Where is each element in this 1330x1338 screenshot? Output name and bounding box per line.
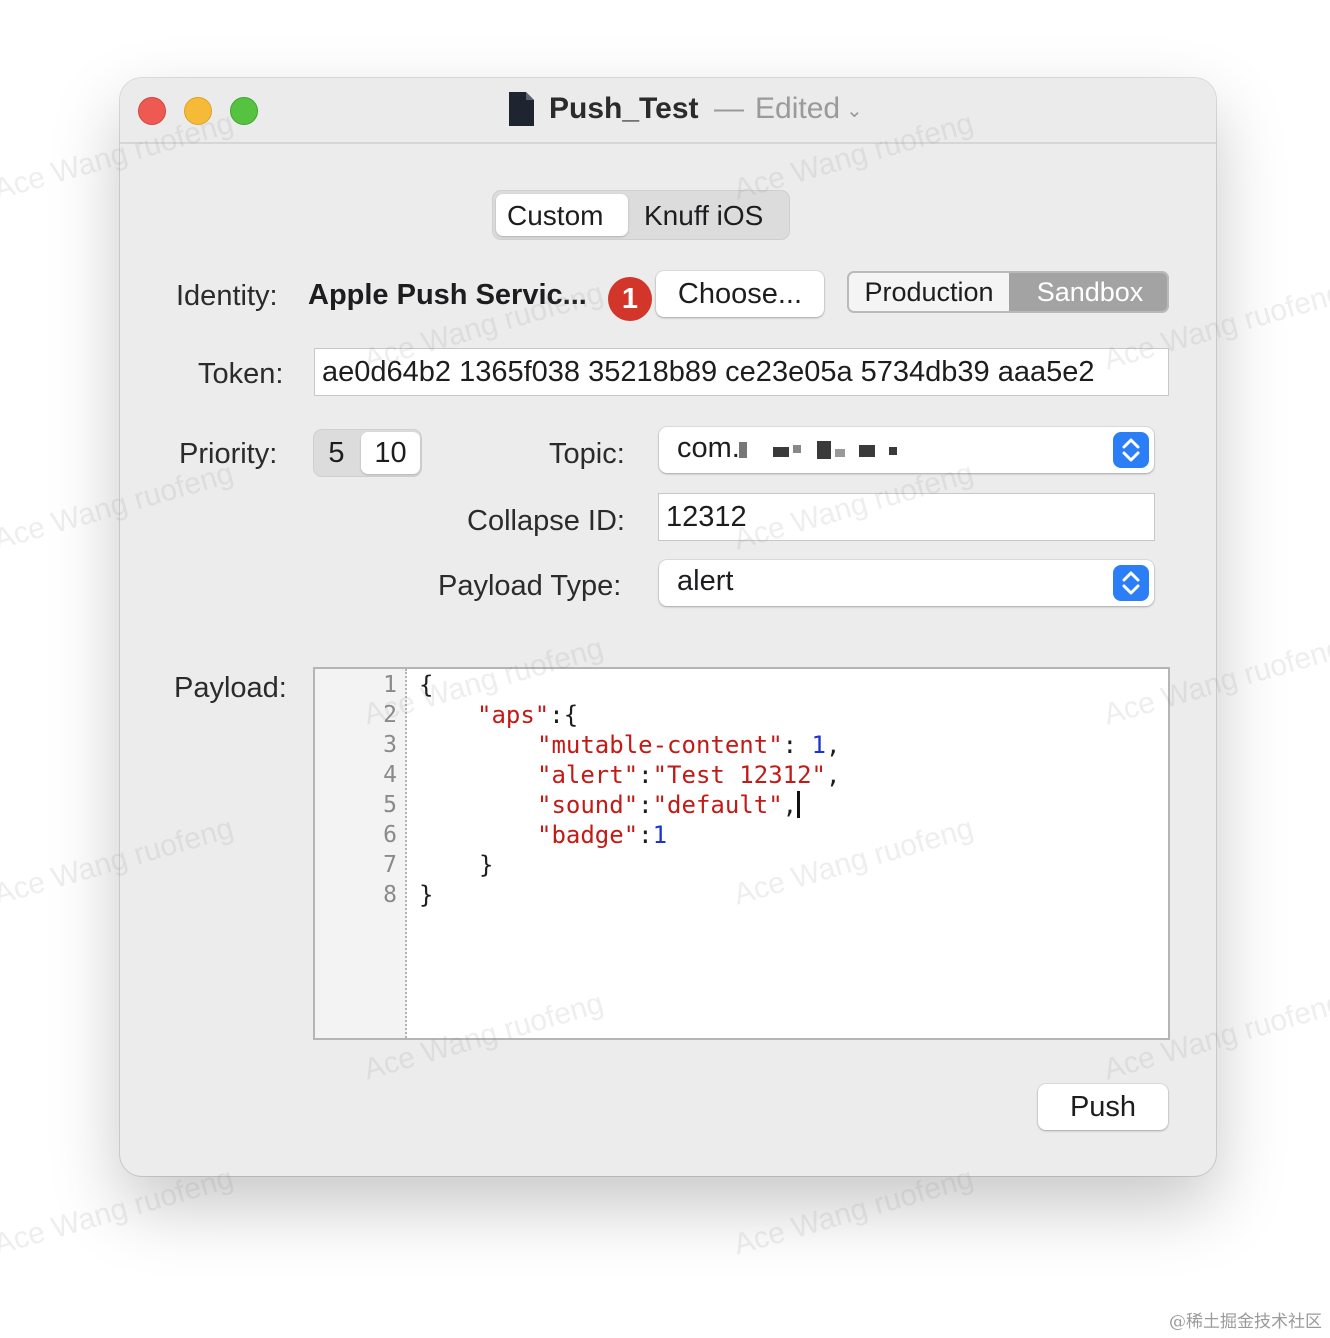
line-number: 7	[383, 852, 397, 878]
code-line: }	[479, 851, 493, 879]
close-window-button[interactable]	[138, 97, 166, 125]
environment-production[interactable]: Production	[849, 273, 1009, 311]
mode-segmented-control: Custom Knuff iOS	[492, 190, 790, 240]
line-number: 2	[383, 702, 397, 728]
code-token: :	[782, 731, 812, 759]
json-key: "sound"	[537, 791, 639, 819]
choose-button[interactable]: Choose...	[656, 271, 824, 317]
app-window: Push_Test — Edited ⌄ Custom Knuff iOS Id…	[120, 78, 1216, 1176]
window-title: Push_Test	[549, 92, 699, 125]
line-number: 4	[383, 762, 397, 788]
updown-chevron-icon	[1122, 438, 1140, 462]
zoom-window-button[interactable]	[230, 97, 258, 125]
line-number: 8	[383, 882, 397, 908]
text-caret	[797, 791, 801, 818]
identity-value: Apple Push Servic...	[308, 279, 587, 311]
token-label: Token:	[198, 358, 284, 390]
json-number: 1	[811, 731, 826, 759]
token-input[interactable]: ae0d64b2 1365f038 35218b89 ce23e05a 5734…	[314, 348, 1169, 396]
code-line: }	[419, 881, 433, 909]
code-line: "badge":1	[537, 821, 667, 849]
json-key: "aps"	[477, 701, 550, 729]
footer-watermark: @稀土掘金技术社区	[1169, 1312, 1322, 1332]
document-icon	[509, 92, 534, 126]
collapse-id-label: Collapse ID:	[467, 505, 625, 537]
priority-option-5[interactable]: 5	[314, 430, 359, 476]
json-string: "default"	[652, 791, 783, 819]
priority-segmented-control: 5 10	[313, 429, 422, 477]
json-key: "alert"	[537, 761, 639, 789]
payload-editor[interactable]: 1 2 3 4 5 6 7 8 { "aps":{ "mutable-conte…	[313, 667, 1170, 1040]
priority-option-10[interactable]: 10	[361, 432, 420, 474]
code-token: :{	[549, 701, 579, 729]
annotation-badge: 1	[608, 277, 652, 321]
title-separator: —	[714, 92, 744, 125]
watermark: Ace Wang ruofeng	[730, 1161, 977, 1262]
json-key: "badge"	[537, 821, 639, 849]
topic-stepper-icon[interactable]	[1113, 432, 1149, 468]
topic-label: Topic:	[549, 438, 625, 470]
environment-segmented-control: Production Sandbox	[847, 271, 1169, 313]
code-token: ,	[826, 761, 841, 789]
line-number: 5	[383, 792, 397, 818]
code-line: "sound":"default",	[537, 791, 801, 819]
topic-popup[interactable]: com.	[659, 427, 1154, 473]
updown-chevron-icon	[1122, 571, 1140, 595]
code-token: :	[638, 761, 653, 789]
payload-type-value: alert	[677, 565, 734, 597]
line-number: 3	[383, 732, 397, 758]
code-token: ,	[782, 791, 798, 819]
payload-label: Payload:	[174, 672, 287, 704]
identity-label: Identity:	[176, 280, 278, 312]
code-line: "aps":{	[477, 701, 578, 729]
environment-sandbox[interactable]: Sandbox	[1009, 273, 1167, 311]
topic-value: com.	[677, 432, 740, 464]
json-number: 1	[652, 821, 668, 849]
line-number: 1	[383, 672, 397, 698]
watermark: Ace Wang ruofeng	[0, 1161, 237, 1262]
line-number: 6	[383, 822, 397, 848]
priority-label: Priority:	[179, 438, 278, 470]
json-key: "mutable-content"	[537, 731, 783, 759]
code-line: "mutable-content": 1,	[537, 731, 840, 759]
chevron-down-icon[interactable]: ⌄	[846, 98, 863, 123]
title-bar: Push_Test — Edited ⌄	[120, 78, 1216, 144]
edited-status[interactable]: Edited	[755, 92, 840, 126]
minimize-window-button[interactable]	[184, 97, 212, 125]
code-token: :	[638, 791, 653, 819]
payload-type-popup[interactable]: alert	[659, 560, 1154, 606]
code-line: {	[419, 671, 433, 699]
push-button[interactable]: Push	[1038, 1084, 1168, 1130]
code-token: {	[419, 671, 434, 699]
code-token: }	[419, 881, 434, 909]
code-token: }	[479, 851, 494, 879]
code-token: ,	[826, 731, 841, 759]
line-number-gutter: 1 2 3 4 5 6 7 8	[315, 669, 407, 1038]
payload-type-label: Payload Type:	[438, 570, 622, 602]
tab-knuff-ios[interactable]: Knuff iOS	[644, 200, 763, 232]
code-token: :	[638, 821, 653, 849]
payload-type-stepper-icon[interactable]	[1113, 565, 1149, 601]
json-string: "Test 12312"	[652, 761, 826, 789]
collapse-id-input[interactable]: 12312	[658, 493, 1155, 541]
code-line: "alert":"Test 12312",	[537, 761, 840, 789]
tab-custom[interactable]: Custom	[507, 200, 603, 232]
